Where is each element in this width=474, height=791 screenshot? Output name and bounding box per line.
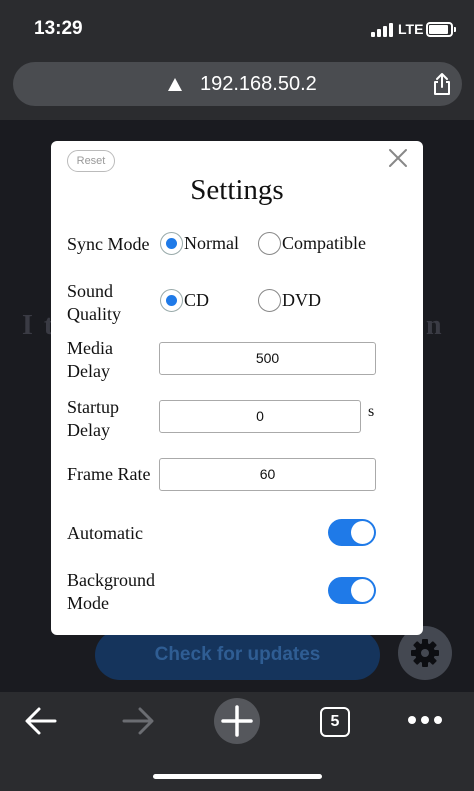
media-delay-label-line1: Media bbox=[67, 338, 113, 358]
address-bar[interactable]: 192.168.50.2 bbox=[13, 62, 462, 106]
sound-quality-label-line1: Sound bbox=[67, 281, 114, 301]
sound-quality-label-line2: Quality bbox=[67, 304, 121, 324]
sound-quality-dvd-label[interactable]: DVD bbox=[282, 289, 321, 312]
startup-delay-label-line2: Delay bbox=[67, 420, 110, 440]
startup-delay-input[interactable]: 0 bbox=[159, 400, 361, 433]
network-type: LTE bbox=[398, 21, 424, 37]
warning-icon bbox=[168, 78, 182, 91]
page-heading-right: n bbox=[426, 310, 442, 341]
sync-mode-normal-radio[interactable] bbox=[160, 232, 183, 255]
forward-arrow-icon[interactable] bbox=[121, 706, 155, 736]
status-bar: 13:29 LTE bbox=[0, 0, 474, 58]
media-delay-label-line2: Delay bbox=[67, 361, 110, 381]
background-mode-label-line1: Background bbox=[67, 570, 155, 590]
sound-quality-cd-radio[interactable] bbox=[160, 289, 183, 312]
browser-address-area: 192.168.50.2 bbox=[0, 58, 474, 120]
back-arrow-icon[interactable] bbox=[24, 706, 58, 736]
startup-delay-label: Startup Delay bbox=[67, 396, 119, 442]
frame-rate-input[interactable]: 60 bbox=[159, 458, 376, 491]
share-icon[interactable] bbox=[431, 72, 453, 96]
tabs-icon[interactable]: 5 bbox=[320, 707, 350, 737]
sync-mode-compatible-label[interactable]: Compatible bbox=[282, 232, 366, 255]
startup-delay-unit: s bbox=[368, 403, 375, 420]
tab-count: 5 bbox=[330, 713, 340, 730]
settings-dialog: Reset Settings Sync Mode Normal Compatib… bbox=[51, 141, 423, 635]
sync-mode-normal-label[interactable]: Normal bbox=[184, 232, 239, 255]
check-updates-button[interactable]: Check for updates bbox=[95, 630, 380, 680]
startup-delay-label-line1: Startup bbox=[67, 397, 119, 417]
sync-mode-label: Sync Mode bbox=[67, 234, 150, 254]
media-delay-input[interactable]: 500 bbox=[159, 342, 376, 375]
new-tab-button[interactable] bbox=[214, 698, 260, 744]
background-mode-label-line2: Mode bbox=[67, 593, 109, 613]
automatic-label: Automatic bbox=[67, 523, 143, 543]
home-indicator bbox=[153, 774, 322, 779]
plus-icon bbox=[221, 705, 253, 737]
status-time: 13:29 bbox=[34, 18, 83, 39]
automatic-toggle[interactable] bbox=[328, 519, 376, 546]
browser-toolbar: 5 bbox=[0, 692, 474, 791]
more-icon[interactable] bbox=[407, 714, 443, 726]
sound-quality-cd-label[interactable]: CD bbox=[184, 289, 209, 312]
sound-quality-dvd-radio[interactable] bbox=[258, 289, 281, 312]
media-delay-label: Media Delay bbox=[67, 337, 113, 383]
battery-icon bbox=[426, 22, 456, 37]
background-mode-label: Background Mode bbox=[67, 569, 155, 615]
background-mode-toggle[interactable] bbox=[328, 577, 376, 604]
signal-icon bbox=[371, 23, 393, 37]
sound-quality-label: Sound Quality bbox=[67, 280, 121, 326]
sync-mode-compatible-radio[interactable] bbox=[258, 232, 281, 255]
url-text: 192.168.50.2 bbox=[200, 73, 317, 95]
reset-button[interactable]: Reset bbox=[67, 150, 115, 172]
frame-rate-label: Frame Rate bbox=[67, 464, 151, 484]
close-icon[interactable] bbox=[386, 146, 410, 170]
dialog-title: Settings bbox=[190, 174, 284, 206]
